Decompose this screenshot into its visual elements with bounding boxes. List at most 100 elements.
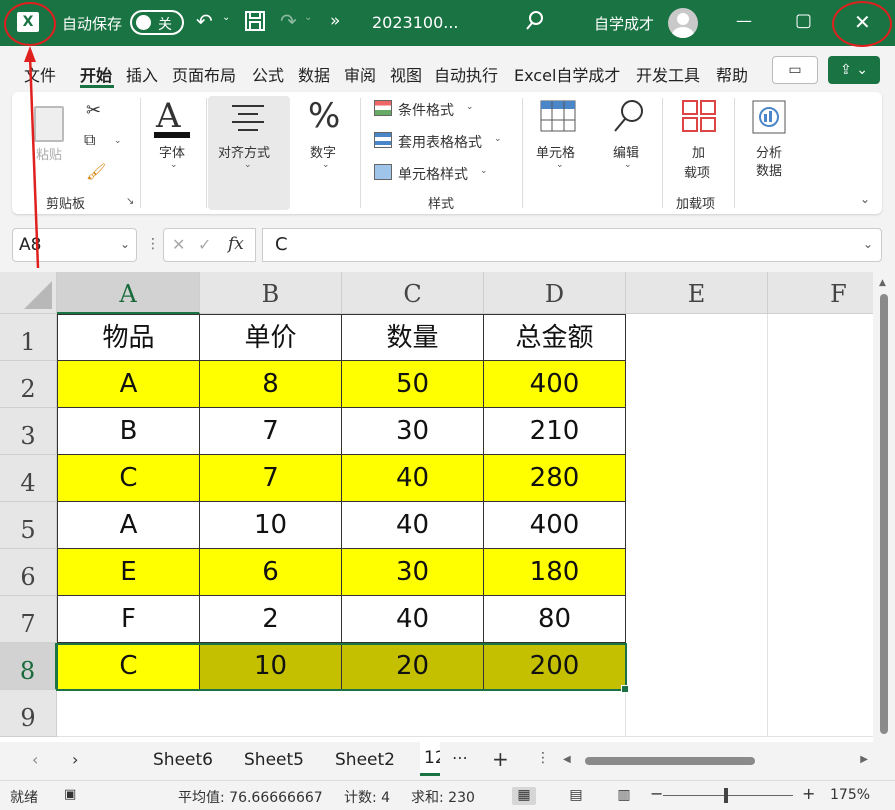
cells-icon[interactable]: [540, 100, 576, 136]
autosave-toggle[interactable]: 关: [130, 10, 184, 35]
cell-d1[interactable]: 总金额: [484, 314, 626, 361]
tab-home[interactable]: 开始: [80, 62, 112, 86]
name-box-dropdown-icon[interactable]: ⌄: [120, 237, 130, 251]
tab-file[interactable]: 文件: [24, 62, 56, 86]
cell-a7[interactable]: F: [57, 596, 200, 643]
tab-automate[interactable]: 自动执行: [434, 62, 498, 86]
cell-d3[interactable]: 210: [484, 408, 626, 455]
analyze-label-2[interactable]: 数据: [756, 160, 782, 179]
format-as-table-label[interactable]: 套用表格格式: [398, 132, 482, 152]
page-break-view-icon[interactable]: ▥: [612, 787, 636, 805]
copy-icon[interactable]: ⧉: [84, 130, 95, 150]
format-as-table-dropdown-icon[interactable]: ⌄: [494, 134, 502, 144]
insert-function-icon[interactable]: fx: [228, 234, 244, 254]
row-header-9[interactable]: 9: [0, 690, 57, 737]
format-painter-icon[interactable]: 🖌: [86, 162, 106, 181]
copy-dropdown-icon[interactable]: ⌄: [114, 136, 122, 146]
addins-label-1[interactable]: 加: [692, 142, 705, 161]
empty-row-9[interactable]: [57, 690, 626, 737]
cell-a6[interactable]: E: [57, 549, 200, 596]
row-header-2[interactable]: 2: [0, 361, 57, 408]
status-count[interactable]: 计数: 4: [344, 787, 390, 807]
cell-a4[interactable]: C: [57, 455, 200, 502]
formula-input[interactable]: C ⌄: [262, 228, 882, 262]
cell-b6[interactable]: 6: [200, 549, 342, 596]
status-average[interactable]: 平均值: 76.66666667: [178, 787, 323, 807]
analyze-label-1[interactable]: 分析: [756, 142, 782, 161]
paste-icon[interactable]: [34, 106, 64, 142]
tab-help[interactable]: 帮助: [716, 62, 748, 86]
editing-dropdown-icon[interactable]: ⌄: [624, 160, 632, 170]
column-header-d[interactable]: D: [484, 272, 626, 314]
save-icon[interactable]: [244, 10, 266, 37]
cell-c7[interactable]: 40: [342, 596, 484, 643]
cell-d5[interactable]: 400: [484, 502, 626, 549]
ribbon-collapse-icon[interactable]: ⌄: [860, 192, 870, 206]
enter-icon[interactable]: ✓: [198, 235, 211, 254]
column-header-b[interactable]: B: [200, 272, 342, 314]
zoom-level[interactable]: 175%: [830, 787, 870, 803]
sheet-tab-active[interactable]: 12: [420, 742, 440, 776]
row-header-8[interactable]: 8: [0, 643, 57, 690]
zoom-slider-track[interactable]: [663, 795, 793, 796]
tab-data[interactable]: 数据: [298, 62, 330, 86]
empty-column-e[interactable]: [626, 314, 768, 737]
cell-styles-label[interactable]: 单元格样式: [398, 164, 468, 184]
cell-d4[interactable]: 280: [484, 455, 626, 502]
cell-a8[interactable]: C: [57, 643, 200, 690]
minimize-button[interactable]: —: [736, 11, 752, 30]
avatar[interactable]: [668, 8, 698, 38]
zoom-out-button[interactable]: −: [650, 784, 663, 803]
conditional-format-dropdown-icon[interactable]: ⌄: [466, 102, 474, 112]
user-name[interactable]: 自学成才: [594, 13, 654, 34]
expand-formula-icon[interactable]: ⌄: [863, 237, 873, 251]
cell-c5[interactable]: 40: [342, 502, 484, 549]
column-header-a[interactable]: A: [57, 272, 200, 314]
select-all-button[interactable]: [0, 272, 57, 314]
file-name[interactable]: 2023100...: [372, 13, 459, 32]
page-layout-view-icon[interactable]: ▤: [564, 787, 588, 805]
cancel-icon[interactable]: ✕: [172, 235, 185, 254]
normal-view-icon[interactable]: ▦: [512, 787, 536, 805]
tab-view[interactable]: 视图: [390, 62, 422, 86]
percent-icon[interactable]: %: [308, 96, 340, 136]
clipboard-launcher-icon[interactable]: ↘: [126, 196, 134, 207]
format-as-table-icon[interactable]: [374, 132, 392, 148]
cell-d7[interactable]: 80: [484, 596, 626, 643]
tab-excel-zixue[interactable]: Excel自学成才: [514, 62, 620, 86]
addins-icon[interactable]: [682, 100, 716, 136]
cell-d2[interactable]: 400: [484, 361, 626, 408]
horizontal-scroll-thumb[interactable]: [585, 757, 755, 765]
tab-review[interactable]: 审阅: [344, 62, 376, 86]
search-icon[interactable]: [524, 9, 546, 38]
number-dropdown-icon[interactable]: ⌄: [322, 160, 330, 170]
horizontal-scrollbar[interactable]: ◀ ▶: [563, 752, 868, 770]
tab-split-handle-icon[interactable]: ⋮: [536, 750, 550, 766]
cell-c3[interactable]: 30: [342, 408, 484, 455]
tab-formulas[interactable]: 公式: [252, 62, 284, 86]
cell-b5[interactable]: 10: [200, 502, 342, 549]
row-header-3[interactable]: 3: [0, 408, 57, 455]
undo-dropdown-icon[interactable]: ⌄: [222, 12, 230, 23]
font-icon[interactable]: A: [156, 96, 181, 136]
font-dropdown-icon[interactable]: ⌄: [170, 160, 178, 170]
cell-a2[interactable]: A: [57, 361, 200, 408]
cell-b8[interactable]: 10: [200, 643, 342, 690]
zoom-in-button[interactable]: +: [802, 784, 815, 803]
cell-c4[interactable]: 40: [342, 455, 484, 502]
row-header-4[interactable]: 4: [0, 455, 57, 502]
comments-button[interactable]: ▭: [772, 56, 818, 84]
cell-a5[interactable]: A: [57, 502, 200, 549]
cell-d6[interactable]: 180: [484, 549, 626, 596]
column-header-e[interactable]: E: [626, 272, 768, 314]
editing-search-icon[interactable]: [612, 98, 646, 138]
cell-b7[interactable]: 2: [200, 596, 342, 643]
name-box[interactable]: A8 ⌄: [12, 228, 137, 262]
conditional-format-label[interactable]: 条件格式: [398, 100, 454, 120]
cell-c2[interactable]: 50: [342, 361, 484, 408]
scroll-left-icon[interactable]: ◀: [563, 754, 571, 765]
cell-c1[interactable]: 数量: [342, 314, 484, 361]
zoom-slider-knob[interactable]: [724, 788, 728, 803]
editing-label[interactable]: 编辑: [613, 142, 639, 161]
cell-b3[interactable]: 7: [200, 408, 342, 455]
